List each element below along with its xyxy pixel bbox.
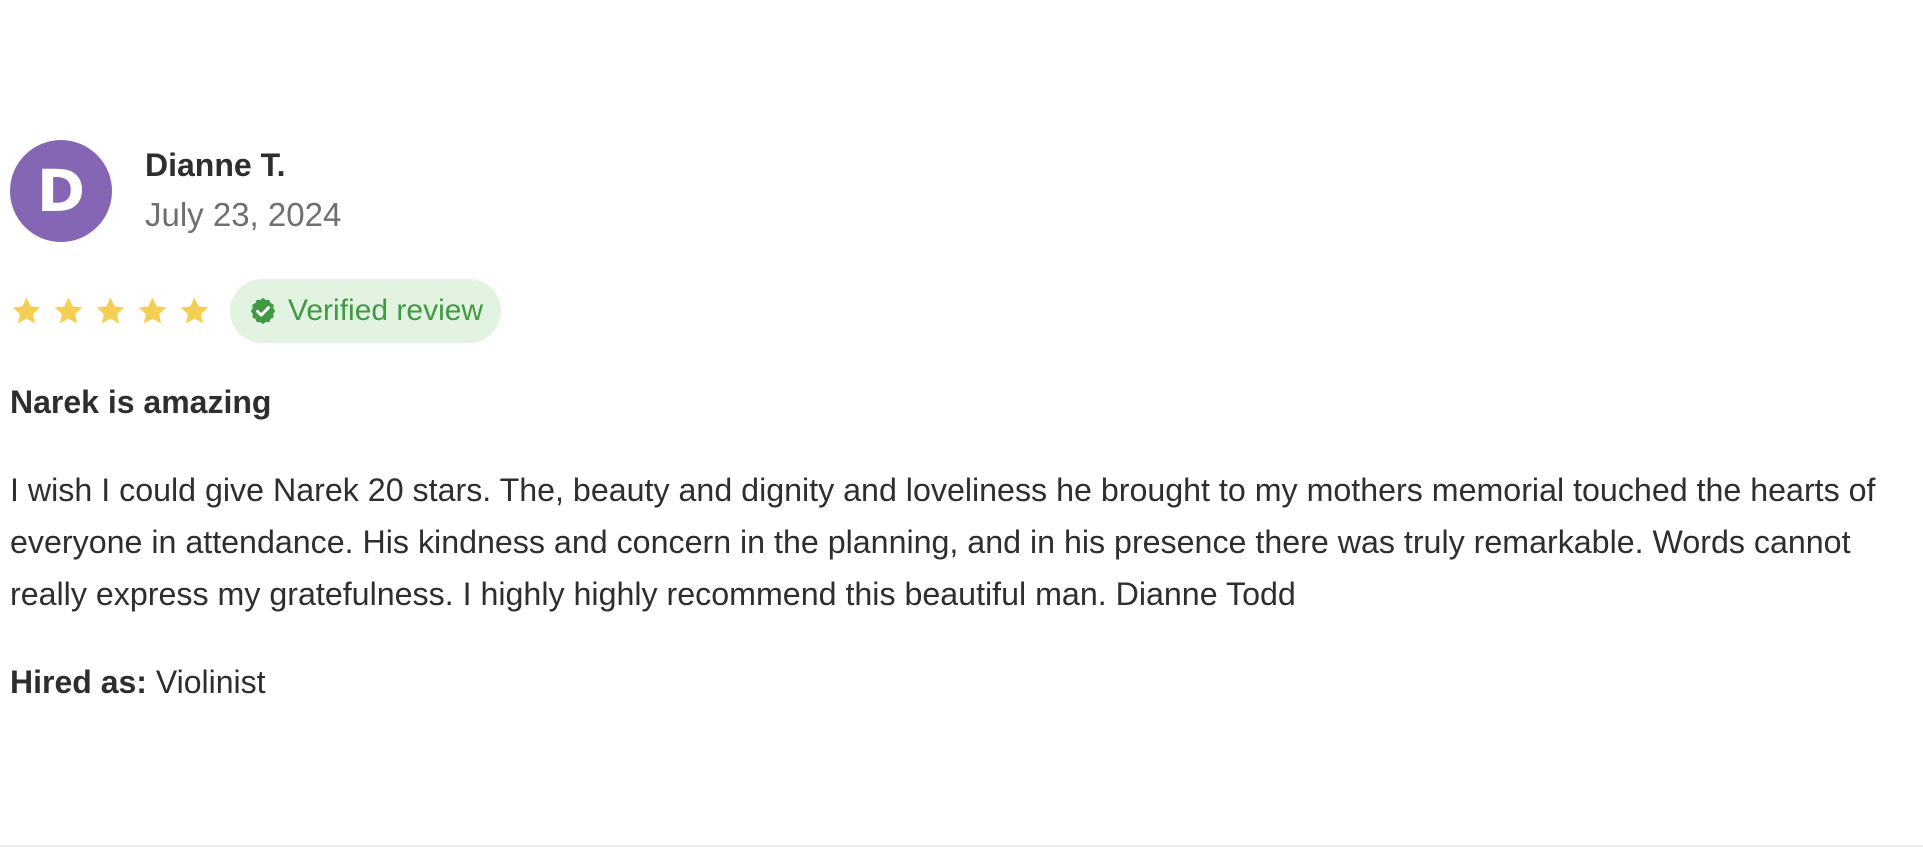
reviewer-name: Dianne T. xyxy=(145,147,286,183)
verified-label: Verified review xyxy=(288,294,484,327)
hired-as-label: Hired as: xyxy=(10,664,147,700)
review-title: Narek is amazing xyxy=(10,384,272,420)
star-icon xyxy=(12,296,41,324)
divider xyxy=(0,845,1923,847)
review-card: D Dianne T. July 23, 2024 Verified revie… xyxy=(0,0,1923,849)
rating-row: Verified review xyxy=(10,278,502,344)
star-icon xyxy=(54,296,83,324)
review-body: I wish I could give Narek 20 stars. The,… xyxy=(10,472,1876,612)
review-date: July 23, 2024 xyxy=(145,196,342,233)
star-icon xyxy=(96,296,125,324)
review-header: D Dianne T. July 23, 2024 xyxy=(10,140,341,242)
star-icon xyxy=(138,296,167,324)
star-icon xyxy=(180,296,209,324)
reviewer-meta: Dianne T. July 23, 2024 xyxy=(145,145,341,237)
star-rating xyxy=(10,295,220,328)
check-badge-icon xyxy=(250,297,276,325)
hired-as-value: Violinist xyxy=(155,664,266,700)
verified-badge: Verified review xyxy=(230,279,502,343)
avatar-initial: D xyxy=(36,157,86,225)
hired-as: Hired as: Violinist xyxy=(10,662,266,702)
avatar: D xyxy=(10,140,112,242)
